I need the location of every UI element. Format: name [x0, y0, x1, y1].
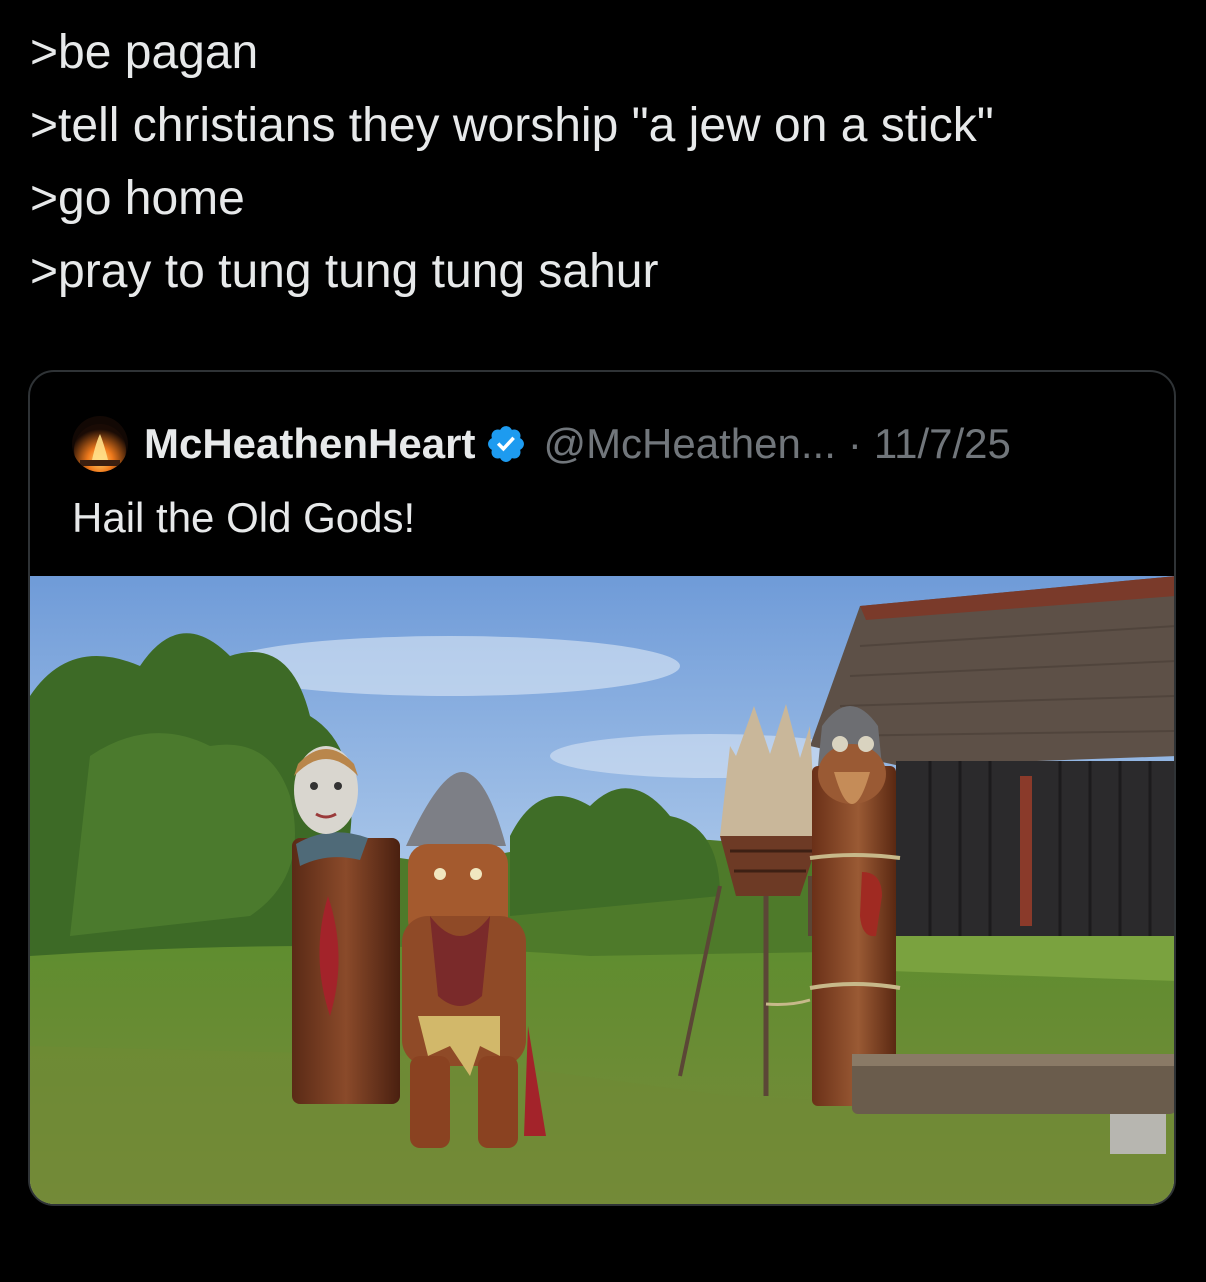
- handle[interactable]: @McHeathen...: [543, 420, 835, 468]
- avatar[interactable]: [72, 416, 128, 472]
- post-line-1: >be pagan: [30, 26, 259, 79]
- post-line-4: >pray to tung tung tung sahur: [30, 245, 659, 298]
- photo-carved-wooden-idols: [30, 576, 1174, 1204]
- post-text: >be pagan >tell christians they worship …: [30, 16, 1180, 308]
- post-line-3: >go home: [30, 172, 245, 225]
- verified-badge-icon: [488, 426, 525, 462]
- bonfire-avatar-icon: [72, 416, 128, 472]
- quoted-post-card[interactable]: McHeathenHeart @McHeathen... · 11/7/25 H…: [28, 370, 1176, 1206]
- display-name[interactable]: McHeathenHeart: [144, 420, 475, 468]
- post-line-2: >tell christians they worship "a jew on …: [30, 99, 994, 152]
- quoted-post-text: Hail the Old Gods!: [72, 494, 416, 541]
- post-photo[interactable]: [30, 576, 1174, 1204]
- quoted-post-header: McHeathenHeart @McHeathen... · 11/7/25: [72, 416, 1011, 472]
- separator: ·: [847, 420, 862, 467]
- post-date[interactable]: 11/7/25: [874, 420, 1011, 468]
